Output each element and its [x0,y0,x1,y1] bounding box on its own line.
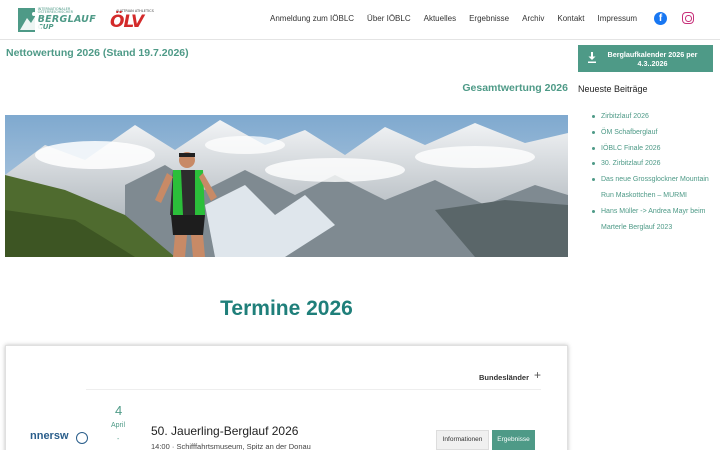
berglaufkalender-button[interactable]: Berglaufkalender 2026 per 4.3..2026 [578,45,713,72]
event-date-dash: - [117,436,120,443]
site-header: INTERNATIONALER ÖSTERREICHISCHER BERGLAU… [0,0,720,40]
post-link[interactable]: Hans Müller -> Andrea Mayr beim Marterle… [592,204,717,236]
iöblc-logo[interactable]: INTERNATIONALER ÖSTERREICHISCHER BERGLAU… [18,7,96,32]
informationen-button[interactable]: Informationen [436,430,489,450]
nettowertung-link[interactable]: Nettowertung 2026 (Stand 19.7.2026) [6,47,189,59]
logo-wordmark: INTERNATIONALER ÖSTERREICHISCHER BERGLAU… [37,7,96,32]
gesamtwertung-link[interactable]: Gesamtwertung 2026 [462,82,568,94]
post-link[interactable]: Zirbitzlauf 2026 [592,109,717,125]
globe-icon [76,432,88,444]
neueste-beitraege-title: Neueste Beiträge [578,84,648,94]
nav-item-ueber[interactable]: Über IÖBLC [367,14,411,23]
olv-logo[interactable]: AUSTRIAN ATHLETICS ÖLV [108,9,158,32]
plus-icon[interactable]: + [534,368,541,382]
event-time: 14:00 [151,442,170,450]
post-link[interactable]: 30. Zirbitzlauf 2026 [592,156,717,172]
nav-item-archiv[interactable]: Archiv [522,14,544,23]
runner-logo-mark [18,7,42,32]
event-month: April [111,422,126,429]
event-meta: 14:00 · Schifffahrtsmuseum, Spitz an der… [151,442,311,450]
nav-item-anmeldung[interactable]: Anmeldung zum IÖBLC [270,14,354,23]
nav-item-impressum[interactable]: Impressum [598,14,638,23]
post-link[interactable]: ÖM Schafberglauf [592,125,717,141]
hero-image [5,115,568,257]
event-title[interactable]: 50. Jauerling-Berglauf 2026 [151,424,298,438]
bundeslaender-filter[interactable]: Bundesländer + [86,366,541,390]
event-logo-text: nnersw [30,430,69,442]
berglaufkalender-label: Berglaufkalender 2026 per 4.3..2026 [607,50,698,68]
bundeslaender-label: Bundesländer [478,373,529,382]
ergebnisse-button[interactable]: Ergebnisse [492,430,535,450]
termine-heading: Termine 2026 [220,297,353,320]
event-location: Schifffahrtsmuseum, Spitz an der Donau [176,442,311,450]
event-separator: · [171,442,175,450]
nav-item-ergebnisse[interactable]: Ergebnisse [469,14,509,23]
events-widget: Bundesländer + nnersw 4 April - 50. Jaue… [5,345,568,450]
event-day: 4 [115,403,123,418]
post-link[interactable]: IÖBLC Finale 2026 [592,141,717,157]
instagram-icon[interactable] [682,12,694,24]
nav-item-aktuelles[interactable]: Aktuelles [424,14,456,23]
post-link[interactable]: Das neue Grossglockner Mountain Run Mask… [592,172,717,204]
nav-item-kontakt[interactable]: Kontakt [557,14,584,23]
main-nav: Anmeldung zum IÖBLC Über IÖBLC Aktuelles… [270,14,650,23]
facebook-icon[interactable]: f [654,12,667,25]
logo-cup: CUP [37,23,54,32]
download-icon [588,52,596,63]
recent-posts-list: Zirbitzlauf 2026 ÖM Schafberglauf IÖBLC … [592,109,717,235]
olv-letters: ÖLV [110,12,144,32]
